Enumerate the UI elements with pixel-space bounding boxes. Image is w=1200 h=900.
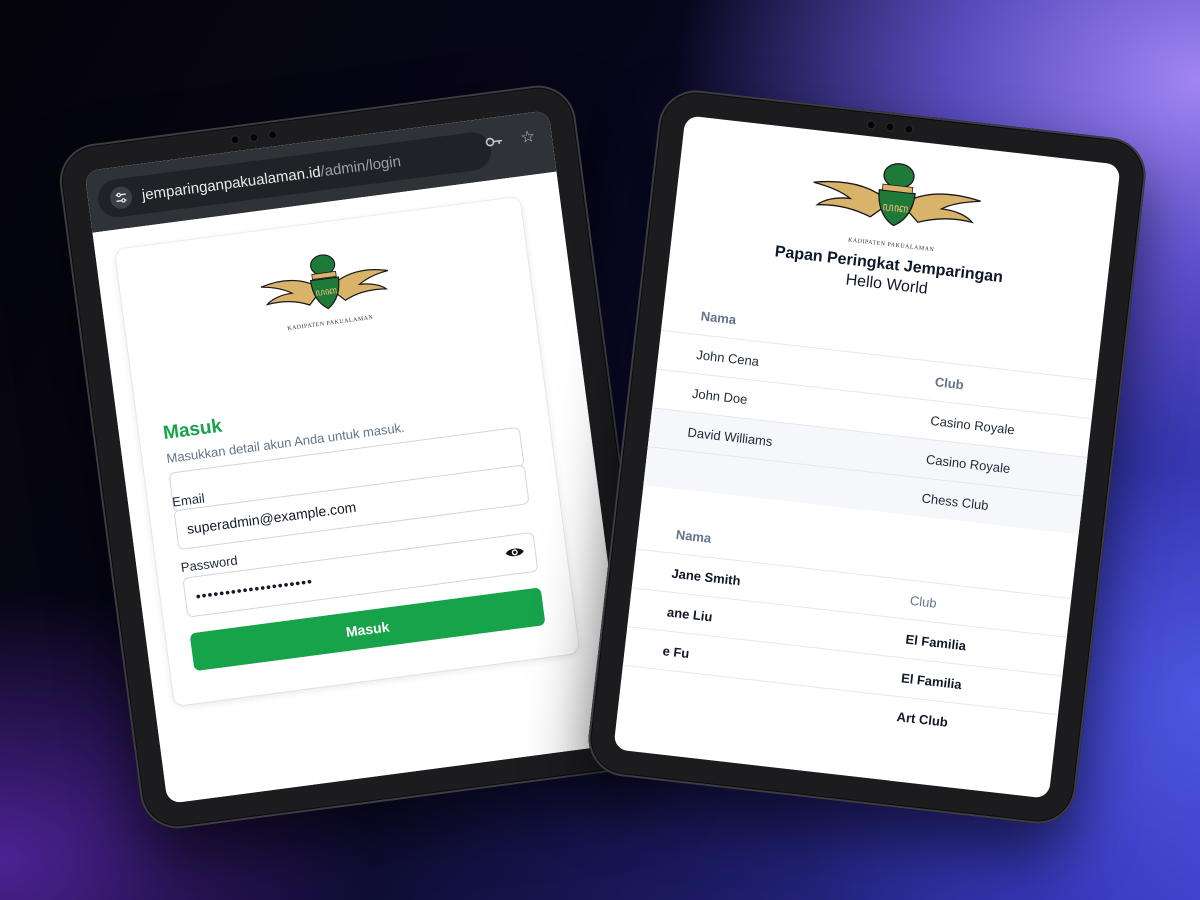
row-club: Chess Club bbox=[920, 490, 990, 514]
col-name-header: Nama bbox=[700, 308, 737, 328]
toolbar-actions: ☆ bbox=[481, 124, 542, 155]
row-club: El Familia bbox=[904, 631, 967, 654]
login-page: ꦥꦏ KADIPATEN PAKUALAMAN Masuk Masukkan d… bbox=[92, 171, 632, 804]
login-screen: jemparinganpakualaman.id/admin/login ☆ ꦥ… bbox=[84, 110, 632, 804]
row-name: John Doe bbox=[691, 385, 749, 408]
svg-text:ꦥꦏ: ꦥꦏ bbox=[882, 199, 910, 216]
row-club: Casino Royale bbox=[929, 413, 1016, 438]
password-value: •••••••••••••••••••• bbox=[194, 573, 314, 605]
leaderboard-screen: ꦥꦏ KADIPATEN PAKUALAMAN Papan Peringkat … bbox=[613, 115, 1121, 799]
row-name: ane Liu bbox=[666, 604, 714, 625]
url-domain: jemparinganpakualaman.id bbox=[140, 163, 322, 204]
logo: ꦥꦏ bbox=[118, 222, 532, 347]
row-name: John Cena bbox=[695, 347, 760, 370]
leaderboard-table-2: Nama Jane Smith Club ane Liu El Familia … bbox=[613, 509, 1095, 756]
row-club: El Familia bbox=[900, 670, 963, 693]
email-value: superadmin@example.com bbox=[185, 498, 358, 537]
row-name: David Williams bbox=[686, 424, 774, 450]
pakualaman-emblem: ꦥꦏ bbox=[813, 163, 981, 227]
site-settings-icon[interactable] bbox=[108, 185, 134, 211]
col-name-header: Nama bbox=[675, 526, 713, 546]
row-name: Jane Smith bbox=[670, 565, 742, 589]
row-club: Art Club bbox=[895, 709, 949, 730]
camera-bar bbox=[231, 130, 277, 144]
leaderboard-table-1: Nama John Cena Club John Doe Casino Roya… bbox=[631, 291, 1120, 537]
url-path: /admin/login bbox=[319, 152, 402, 180]
tablet-left: jemparinganpakualaman.id/admin/login ☆ ꦥ… bbox=[55, 81, 661, 833]
col-club-header: Club bbox=[909, 592, 938, 611]
row-name: e Fu bbox=[661, 643, 691, 662]
eye-icon[interactable] bbox=[504, 544, 526, 563]
password-key-icon[interactable] bbox=[481, 128, 508, 155]
bookmark-star-icon[interactable]: ☆ bbox=[514, 124, 541, 151]
login-card: ꦥꦏ KADIPATEN PAKUALAMAN Masuk Masukkan d… bbox=[114, 196, 580, 707]
tablet-right: ꦥꦏ KADIPATEN PAKUALAMAN Papan Peringkat … bbox=[584, 86, 1150, 828]
camera-bar bbox=[867, 120, 913, 133]
col-club-header: Club bbox=[934, 374, 965, 393]
leaderboard-header: ꦥꦏ KADIPATEN PAKUALAMAN Papan Peringkat … bbox=[668, 135, 1118, 319]
url-text: jemparinganpakualaman.id/admin/login bbox=[141, 152, 402, 203]
row-club: Casino Royale bbox=[925, 451, 1011, 477]
login-title: Masuk bbox=[161, 415, 224, 445]
